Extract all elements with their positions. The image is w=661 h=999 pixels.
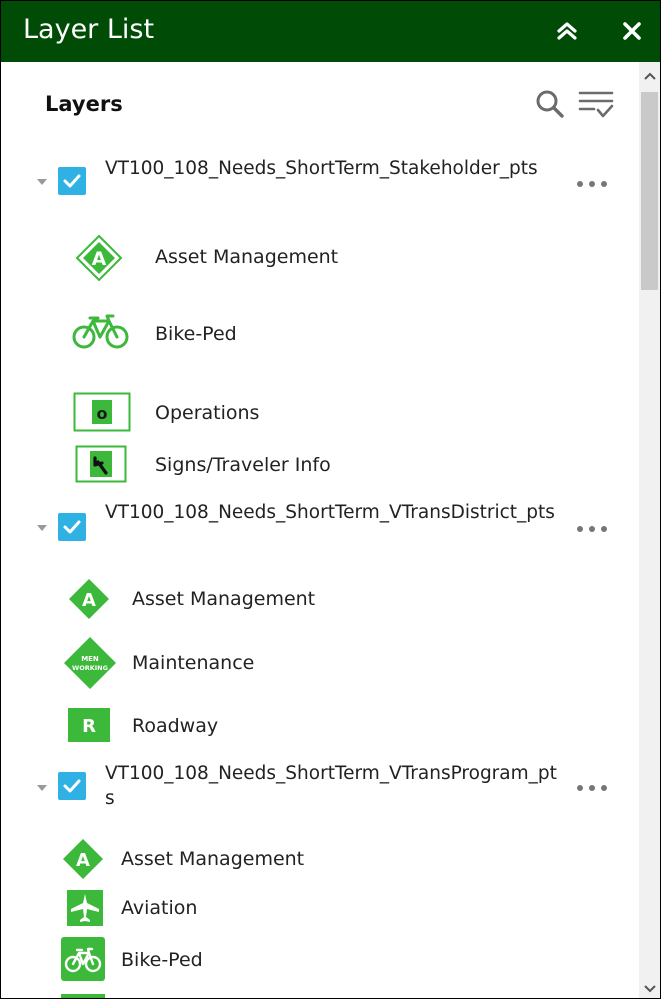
checkmark-icon (63, 520, 81, 534)
legend-label: Asset Management (132, 588, 316, 610)
layer-options-button[interactable] (575, 517, 609, 541)
asset-management-diamond-icon: A (61, 837, 105, 881)
legend-label: Roadway (132, 715, 219, 737)
layer-name[interactable]: VT100_108_Needs_ShortTerm_Stakeholder_pt… (105, 156, 565, 181)
bicycle-icon (71, 312, 131, 352)
legend-item: o Operations (73, 392, 573, 442)
legend-label: Asset Management (155, 246, 339, 268)
layer-item: VT100_108_Needs_ShortTerm_VTransDistrict… (1, 498, 639, 558)
asset-management-diamond-icon: A (75, 234, 123, 282)
scroll-up-button[interactable] (639, 66, 660, 86)
layer-name[interactable]: VT100_108_Needs_ShortTerm_VTransDistrict… (105, 500, 565, 525)
panel-header: Layer List (1, 1, 660, 62)
collapse-button[interactable] (549, 13, 585, 49)
roadway-r-icon: R (68, 708, 110, 742)
search-button[interactable] (533, 87, 567, 121)
more-horizontal-icon (577, 526, 607, 532)
airplane-icon (67, 890, 103, 926)
legend-item: R Roadway (68, 708, 568, 758)
legend-item: MEN WORKING Maintenance (63, 636, 563, 689)
legend-item: A Asset Management (61, 837, 561, 887)
filter-button[interactable] (577, 86, 615, 124)
asset-management-diamond-icon: A (67, 577, 111, 621)
scrollbar-thumb[interactable] (641, 92, 658, 290)
svg-text:R: R (82, 716, 96, 737)
partial-symbol-icon (61, 994, 105, 998)
svg-text:A: A (76, 850, 90, 871)
legend-item: A Asset Management (75, 234, 575, 284)
bicycle-icon (61, 937, 105, 981)
svg-text:WORKING: WORKING (72, 664, 108, 672)
vertical-scrollbar[interactable] (639, 62, 660, 998)
men-working-sign-icon: MEN WORKING (63, 636, 117, 690)
layer-checkbox[interactable] (58, 167, 86, 195)
legend-label: Bike-Ped (155, 323, 237, 345)
layer-item: VT100_108_Needs_ShortTerm_VTransProgram_… (1, 758, 639, 818)
legend-label: Bike-Ped (121, 949, 203, 971)
caret-down-icon[interactable] (37, 783, 47, 793)
svg-text:A: A (92, 248, 107, 270)
close-icon (623, 22, 641, 40)
panel-title: Layer List (23, 14, 155, 45)
more-horizontal-icon (577, 181, 607, 187)
legend-item: Aviation (67, 890, 567, 940)
legend-item-partial (61, 994, 105, 998)
layer-name[interactable]: VT100_108_Needs_ShortTerm_VTransProgram_… (105, 761, 565, 811)
legend-label: Signs/Traveler Info (155, 454, 331, 476)
layers-heading: Layers (45, 92, 123, 116)
checkmark-icon (63, 779, 81, 793)
checkmark-icon (63, 174, 81, 188)
layer-list-body: Layers VT100_108_Needs_ShortTerm_Stakeho… (1, 62, 639, 998)
operations-o-icon: o (73, 392, 131, 432)
layer-item: VT100_108_Needs_ShortTerm_Stakeholder_pt… (1, 154, 639, 214)
caret-down-icon[interactable] (37, 177, 47, 187)
legend-label: Operations (155, 402, 260, 424)
double-chevron-up-icon (557, 22, 577, 40)
legend-item: A Asset Management (67, 577, 567, 627)
scroll-down-button[interactable] (639, 980, 660, 998)
more-horizontal-icon (577, 785, 607, 791)
layer-list-panel: Layer List Layers VT100_108_Needs_ShortT… (0, 0, 661, 999)
close-button[interactable] (614, 13, 650, 49)
layer-checkbox[interactable] (58, 513, 86, 541)
svg-text:A: A (82, 590, 96, 611)
layer-options-button[interactable] (575, 776, 609, 800)
filter-list-icon (578, 91, 614, 118)
legend-item: Bike-Ped (71, 312, 571, 362)
legend-item: Bike-Ped (61, 937, 561, 987)
legend-label: Maintenance (132, 652, 255, 674)
caret-down-icon[interactable] (37, 523, 47, 533)
layer-checkbox[interactable] (58, 772, 86, 800)
turn-arrow-sign-icon (75, 445, 127, 483)
legend-item: Signs/Traveler Info (75, 445, 575, 495)
legend-label: Aviation (121, 897, 198, 919)
search-icon (536, 90, 564, 118)
svg-text:o: o (97, 404, 108, 423)
legend-label: Asset Management (121, 848, 305, 870)
svg-text:MEN: MEN (81, 655, 99, 663)
chevron-up-icon (643, 72, 656, 80)
layer-options-button[interactable] (575, 172, 609, 196)
chevron-down-icon (643, 985, 656, 993)
